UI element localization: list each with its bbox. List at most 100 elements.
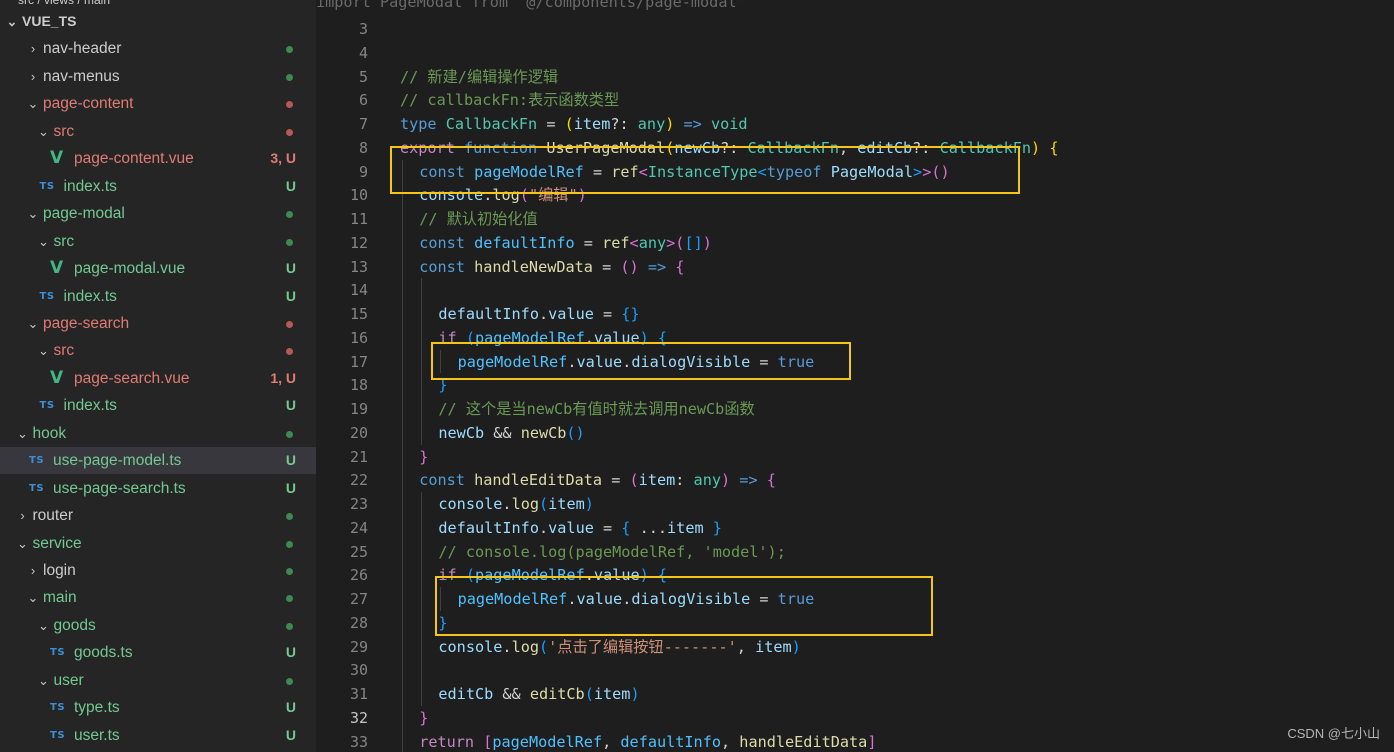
code-token: editCb bbox=[438, 685, 494, 703]
chevron-down-icon[interactable]: ⌄ bbox=[38, 667, 50, 694]
tree-folder[interactable]: › nav-menus bbox=[0, 63, 316, 90]
code-line[interactable]: // console.log(pageModelRef, 'model'); bbox=[438, 540, 785, 564]
tree-folder[interactable]: ⌄ service bbox=[0, 530, 316, 557]
tree-file[interactable]: Vpage-search.vue 1, U bbox=[0, 365, 316, 392]
code-line[interactable]: // 新建/编辑操作逻辑 bbox=[400, 65, 558, 89]
indent-guide bbox=[402, 468, 403, 492]
git-status-dot-icon bbox=[286, 46, 293, 54]
chevron-down-icon[interactable]: ⌄ bbox=[27, 200, 39, 227]
code-line[interactable]: const handleEditData = (item: any) => { bbox=[419, 468, 776, 492]
tree-file[interactable]: TS index.ts U bbox=[0, 392, 316, 419]
code-line[interactable]: editCb && editCb(item) bbox=[438, 682, 639, 706]
tree-file[interactable]: TS use-page-search.ts U bbox=[0, 475, 316, 502]
code-token: any bbox=[638, 233, 667, 252]
chevron-down-icon[interactable]: ⌄ bbox=[38, 118, 50, 145]
git-status-dot-icon bbox=[286, 430, 293, 438]
tree-item-label: page-search bbox=[43, 314, 130, 332]
code-line[interactable]: // 这个是当newCb有值时就去调用newCb函数 bbox=[438, 397, 754, 421]
tree-folder[interactable]: ⌄ hook bbox=[0, 420, 316, 447]
chevron-down-icon[interactable]: ⌄ bbox=[17, 420, 29, 447]
tree-file[interactable]: TS index.ts U bbox=[0, 173, 316, 200]
code-line[interactable]: } bbox=[419, 445, 428, 469]
chevron-down-icon[interactable]: ⌄ bbox=[27, 310, 39, 337]
code-token: log bbox=[511, 637, 539, 656]
chevron-down-icon[interactable]: ⌄ bbox=[38, 228, 50, 255]
code-token: ( bbox=[539, 495, 549, 513]
chevron-down-icon[interactable]: ⌄ bbox=[6, 8, 18, 35]
chevron-right-icon[interactable]: › bbox=[17, 502, 29, 529]
indent-guide bbox=[402, 420, 403, 445]
code-token: ... bbox=[630, 518, 668, 537]
git-status-badge: 1, U bbox=[270, 369, 296, 386]
code-line[interactable]: defaultInfo.value = { ...item } bbox=[438, 516, 722, 540]
code-token: > bbox=[666, 233, 676, 252]
indent-guide bbox=[402, 587, 403, 611]
chevron-right-icon[interactable]: › bbox=[27, 557, 39, 584]
chevron-down-icon[interactable]: ⌄ bbox=[38, 612, 50, 639]
chevron-down-icon[interactable]: ⌄ bbox=[17, 530, 29, 557]
code-line[interactable]: } bbox=[419, 706, 428, 730]
line-number: 18 bbox=[349, 376, 368, 395]
code-line[interactable]: const handleNewData = () => { bbox=[419, 255, 684, 279]
code-token: } bbox=[712, 518, 722, 537]
code-line[interactable]: console.log('点击了编辑按钮-------', item) bbox=[438, 635, 800, 659]
code-token: [] bbox=[684, 233, 703, 252]
tree-folder[interactable]: ⌄ user bbox=[0, 667, 316, 694]
tree-file[interactable]: Vpage-modal.vue U bbox=[0, 255, 316, 282]
code-line[interactable]: const defaultInfo = ref<any>([]) bbox=[419, 231, 712, 255]
tree-folder[interactable]: › router bbox=[0, 502, 316, 529]
code-line[interactable]: defaultInfo.value = {} bbox=[438, 302, 639, 326]
highlight-box-dialog-visible-edit bbox=[435, 576, 933, 636]
tree-file[interactable]: TS type.ts U bbox=[0, 694, 316, 721]
tree-folder[interactable]: ⌄ src bbox=[0, 118, 316, 145]
git-status-dot-icon bbox=[286, 540, 293, 548]
indent-guide bbox=[402, 705, 403, 730]
tree-file[interactable]: TS index.ts U bbox=[0, 283, 316, 310]
tree-folder[interactable]: ⌄ main bbox=[0, 584, 316, 611]
line-number: 23 bbox=[349, 495, 368, 513]
tree-item-label: VUE_TS bbox=[22, 13, 77, 29]
typescript-file-icon: TS bbox=[50, 647, 66, 659]
typescript-file-icon: TS bbox=[29, 455, 45, 467]
line-number: 4 bbox=[358, 43, 368, 62]
git-status-dot-icon bbox=[286, 211, 293, 219]
tree-folder[interactable]: ⌄ page-modal bbox=[0, 200, 316, 227]
tree-folder[interactable]: ⌄ page-content bbox=[0, 90, 316, 117]
indent-guide bbox=[402, 444, 403, 469]
code-token: console bbox=[438, 495, 503, 513]
tree-folder[interactable]: ⌄ src bbox=[0, 337, 316, 364]
code-line[interactable]: newCb && newCb() bbox=[438, 421, 584, 445]
code-token: return bbox=[419, 732, 475, 751]
code-line[interactable]: // callbackFn:表示函数类型 bbox=[400, 88, 619, 112]
tree-file[interactable]: TS use-page-model.ts U bbox=[0, 447, 316, 475]
chevron-right-icon[interactable]: › bbox=[27, 35, 39, 62]
chevron-right-icon[interactable]: › bbox=[27, 63, 39, 90]
code-editor[interactable]: import PageModal from '@/components/page… bbox=[316, 0, 1394, 752]
typescript-file-icon: TS bbox=[50, 702, 66, 714]
tree-file[interactable]: Vpage-content.vue 3, U bbox=[0, 145, 316, 172]
indent-guide bbox=[421, 492, 423, 516]
line-number: 21 bbox=[349, 447, 368, 466]
code-token: CallbackFn bbox=[445, 115, 538, 133]
code-line[interactable]: type CallbackFn = (item?: any) => void bbox=[400, 112, 748, 136]
chevron-down-icon[interactable]: ⌄ bbox=[27, 90, 39, 117]
explorer-root[interactable]: ⌄ VUE_TS bbox=[0, 8, 316, 35]
chevron-down-icon[interactable]: ⌄ bbox=[38, 337, 50, 364]
explorer-truncated-header: src / views / main bbox=[18, 0, 111, 7]
tree-folder[interactable]: › nav-header bbox=[0, 35, 316, 62]
tree-item-label: page-modal.vue bbox=[74, 260, 186, 278]
tree-folder[interactable]: › login bbox=[0, 557, 316, 584]
tree-file[interactable]: TS user.ts U bbox=[0, 722, 316, 749]
tree-file[interactable]: TS goods.ts U bbox=[0, 639, 316, 666]
code-line[interactable]: // 默认初始化值 bbox=[419, 207, 538, 231]
code-token: // console.log(pageModelRef, 'model'); bbox=[438, 542, 786, 561]
tree-folder[interactable]: ⌄ goods bbox=[0, 612, 316, 639]
code-line[interactable]: console.log(item) bbox=[438, 492, 594, 516]
tree-folder[interactable]: ⌄ src bbox=[0, 228, 316, 255]
tree-folder[interactable]: ⌄ page-search bbox=[0, 310, 316, 337]
code-token: && bbox=[484, 423, 521, 442]
chevron-down-icon[interactable]: ⌄ bbox=[27, 584, 39, 611]
code-line[interactable]: return [pageModelRef, defaultInfo, handl… bbox=[419, 730, 876, 752]
